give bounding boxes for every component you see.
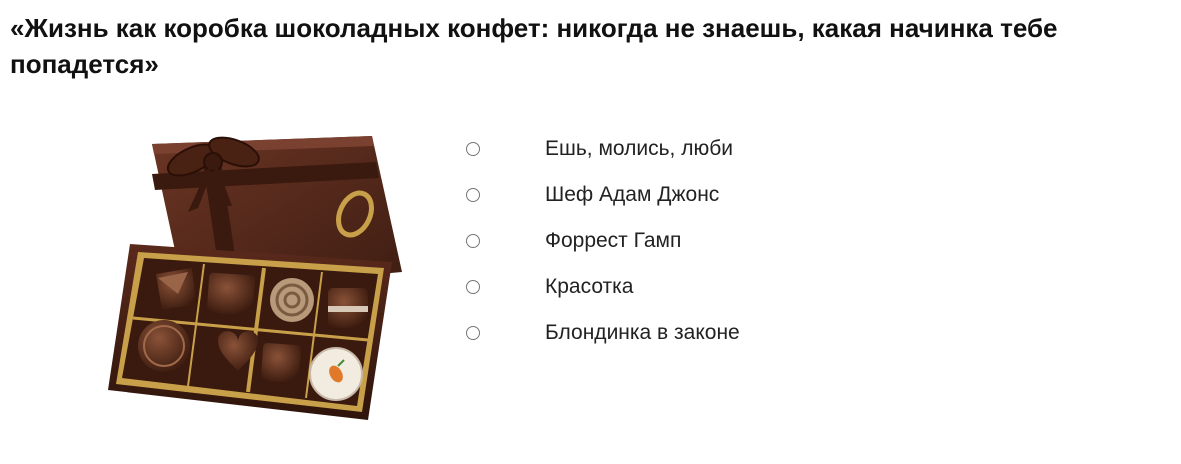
question-text: «Жизнь как коробка шоколадных конфет: ни… bbox=[10, 13, 1058, 79]
radio-button[interactable] bbox=[466, 280, 480, 294]
answer-option-5[interactable]: Блондинка в законе bbox=[458, 310, 740, 356]
radio-button[interactable] bbox=[466, 326, 480, 340]
answer-option-3[interactable]: Форрест Гамп bbox=[458, 218, 740, 264]
answer-option-label: Ешь, молись, люби bbox=[545, 137, 733, 160]
answer-option-4[interactable]: Красотка bbox=[458, 264, 740, 310]
chocolate-box-image bbox=[100, 122, 420, 432]
radio-button[interactable] bbox=[466, 142, 480, 156]
radio-button[interactable] bbox=[466, 188, 480, 202]
quiz-question-card: «Жизнь как коробка шоколадных конфет: ни… bbox=[0, 0, 1181, 464]
answer-option-2[interactable]: Шеф Адам Джонс bbox=[458, 172, 740, 218]
answer-option-label: Форрест Гамп bbox=[545, 229, 682, 252]
answer-option-1[interactable]: Ешь, молись, люби bbox=[458, 126, 740, 172]
radio-button[interactable] bbox=[466, 234, 480, 248]
answer-options: Ешь, молись, люби Шеф Адам Джонс Форрест… bbox=[458, 126, 740, 356]
chocolate-box-illustration bbox=[108, 136, 402, 420]
answer-option-label: Красотка bbox=[545, 275, 634, 298]
answer-option-label: Шеф Адам Джонс bbox=[545, 183, 720, 206]
answer-option-label: Блондинка в законе bbox=[545, 321, 740, 344]
